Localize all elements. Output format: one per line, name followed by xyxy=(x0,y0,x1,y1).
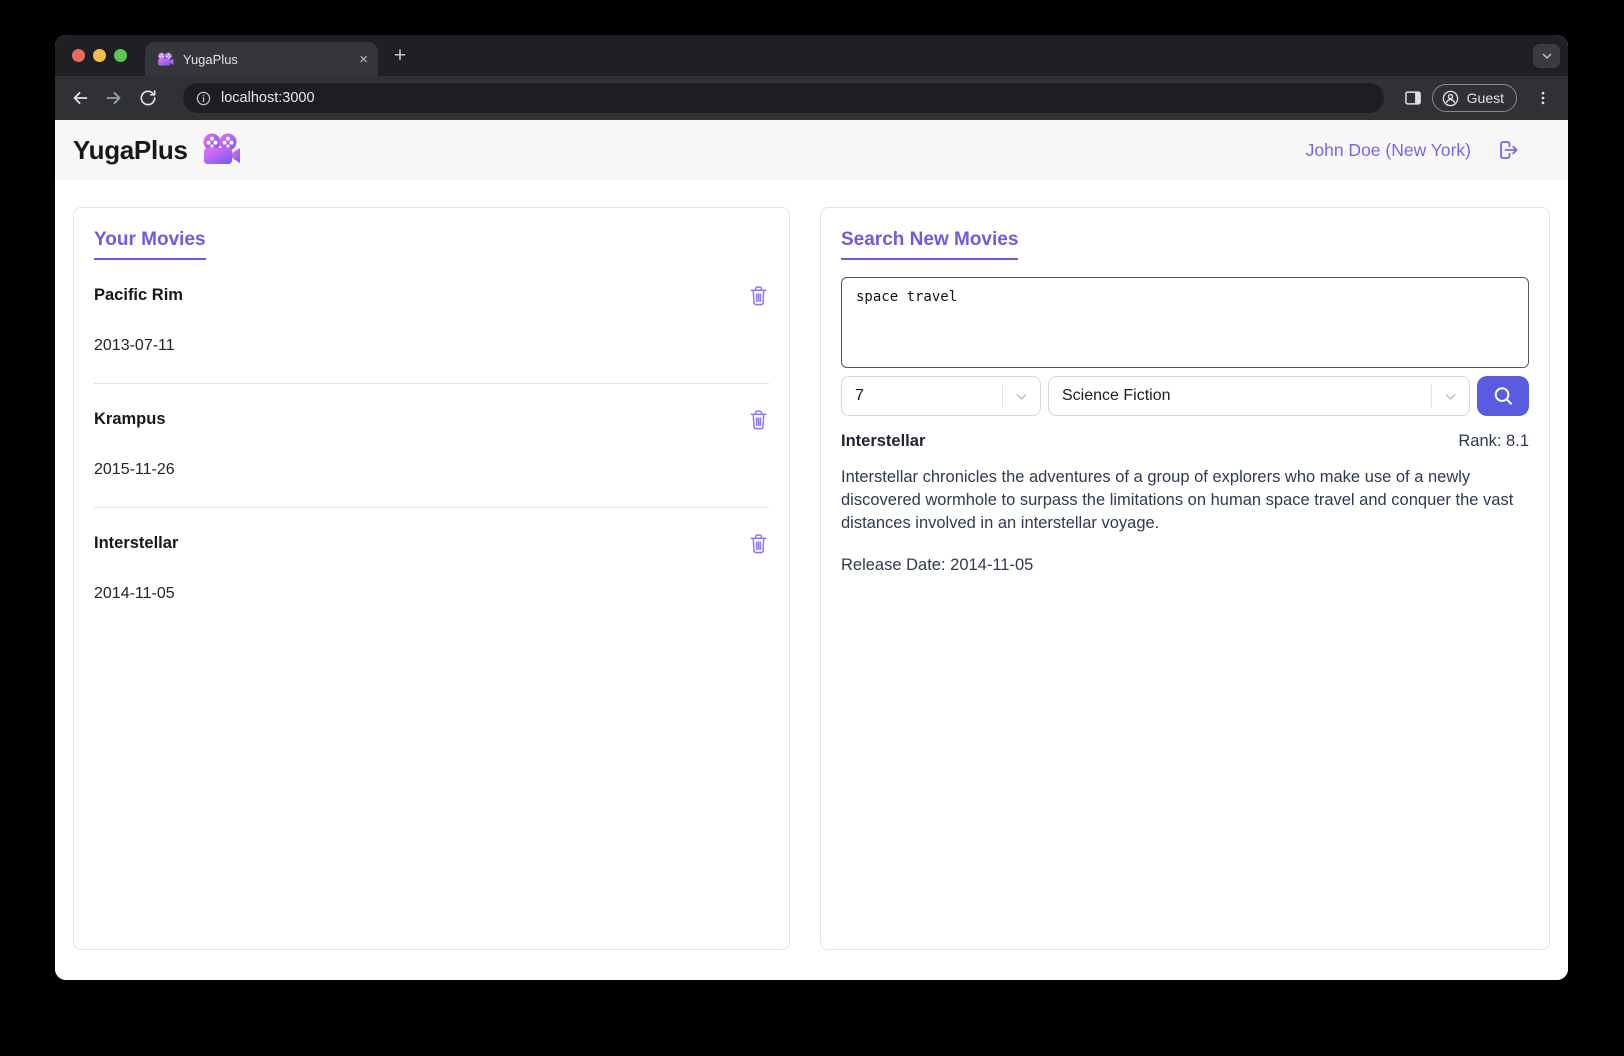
arrow-right-icon xyxy=(103,87,125,109)
result-release-date: Release Date: 2014-11-05 xyxy=(841,556,1529,575)
movie-list-item: Pacific Rim 2013-07-11 xyxy=(94,284,769,355)
search-controls: 7 Science Fiction xyxy=(841,376,1529,416)
movie-date: 2013-07-11 xyxy=(94,337,769,355)
result-description: Interstellar chronicles the adventures o… xyxy=(841,466,1529,535)
search-button[interactable] xyxy=(1477,376,1529,416)
app-header: YugaPlus John Doe (New York) xyxy=(55,120,1568,180)
movie-title: Pacific Rim xyxy=(94,286,183,305)
logout-icon[interactable] xyxy=(1496,138,1520,162)
main-content: Your Movies Pacific Rim 2013-07-11 xyxy=(55,180,1568,980)
url-text: localhost:3000 xyxy=(221,90,315,106)
tab-close-icon[interactable]: × xyxy=(359,52,368,67)
search-movies-heading: Search New Movies xyxy=(841,229,1018,260)
side-panel-icon xyxy=(1403,88,1423,108)
page-content: YugaPlus John Doe (New York) xyxy=(55,120,1568,980)
chevron-down-icon xyxy=(1003,388,1040,405)
chevron-down-icon xyxy=(1540,49,1554,63)
side-panel-button[interactable] xyxy=(1396,81,1430,115)
tab-search-chevron-button[interactable] xyxy=(1533,44,1560,68)
browser-menu-button[interactable] xyxy=(1526,81,1560,115)
result-rank: Rank: 8.1 xyxy=(1458,432,1529,451)
trash-icon xyxy=(748,532,769,555)
browser-window: YugaPlus × + localhost:3000 xyxy=(55,35,1568,980)
profile-label: Guest xyxy=(1467,90,1504,106)
guest-avatar-icon xyxy=(1441,89,1460,108)
movie-camera-logo-icon xyxy=(201,133,241,167)
genre-select-value: Science Fiction xyxy=(1062,387,1171,405)
genre-select[interactable]: Science Fiction xyxy=(1048,376,1470,416)
browser-tab[interactable]: YugaPlus × xyxy=(145,42,378,76)
maximize-window-button[interactable] xyxy=(114,49,127,62)
movie-title: Krampus xyxy=(94,410,166,429)
delete-movie-button[interactable] xyxy=(748,532,769,555)
delete-movie-button[interactable] xyxy=(748,408,769,431)
address-bar[interactable]: localhost:3000 xyxy=(183,83,1384,113)
tab-favicon-movie-camera-icon xyxy=(157,52,174,67)
rank-select[interactable]: 7 xyxy=(841,376,1041,416)
your-movies-heading: Your Movies xyxy=(94,229,206,260)
site-info-icon[interactable] xyxy=(195,90,212,107)
trash-icon xyxy=(748,408,769,431)
delete-movie-button[interactable] xyxy=(748,284,769,307)
movie-list-item: Krampus 2015-11-26 xyxy=(94,408,769,479)
movie-date: 2015-11-26 xyxy=(94,461,769,479)
movie-date: 2014-11-05 xyxy=(94,585,769,603)
reload-icon xyxy=(138,88,158,108)
search-result: Interstellar Rank: 8.1 xyxy=(841,432,1529,451)
reload-button[interactable] xyxy=(131,81,165,115)
search-movies-panel: Search New Movies space travel 7 Science… xyxy=(820,207,1550,950)
movie-list-item: Interstellar 2014-11-05 xyxy=(94,532,769,603)
search-query-input[interactable]: space travel xyxy=(841,277,1529,368)
user-profile-link[interactable]: John Doe (New York) xyxy=(1306,140,1471,161)
close-window-button[interactable] xyxy=(72,49,85,62)
profile-button[interactable]: Guest xyxy=(1432,84,1517,112)
arrow-left-icon xyxy=(69,87,91,109)
divider xyxy=(94,507,769,508)
back-button[interactable] xyxy=(63,81,97,115)
tab-strip: YugaPlus × + xyxy=(55,35,1568,76)
minimize-window-button[interactable] xyxy=(93,49,106,62)
search-icon xyxy=(1492,385,1515,408)
tab-title: YugaPlus xyxy=(183,52,350,67)
kebab-menu-icon xyxy=(1534,89,1552,107)
your-movies-panel: Your Movies Pacific Rim 2013-07-11 xyxy=(73,207,790,950)
divider xyxy=(94,383,769,384)
result-title: Interstellar xyxy=(841,432,925,451)
movie-title: Interstellar xyxy=(94,534,178,553)
browser-toolbar: localhost:3000 Guest xyxy=(55,76,1568,120)
new-tab-button[interactable]: + xyxy=(386,42,414,70)
app-title: YugaPlus xyxy=(73,135,188,166)
chevron-down-icon xyxy=(1432,388,1469,405)
forward-button[interactable] xyxy=(97,81,131,115)
window-controls xyxy=(72,49,127,62)
rank-select-value: 7 xyxy=(855,387,864,405)
trash-icon xyxy=(748,284,769,307)
